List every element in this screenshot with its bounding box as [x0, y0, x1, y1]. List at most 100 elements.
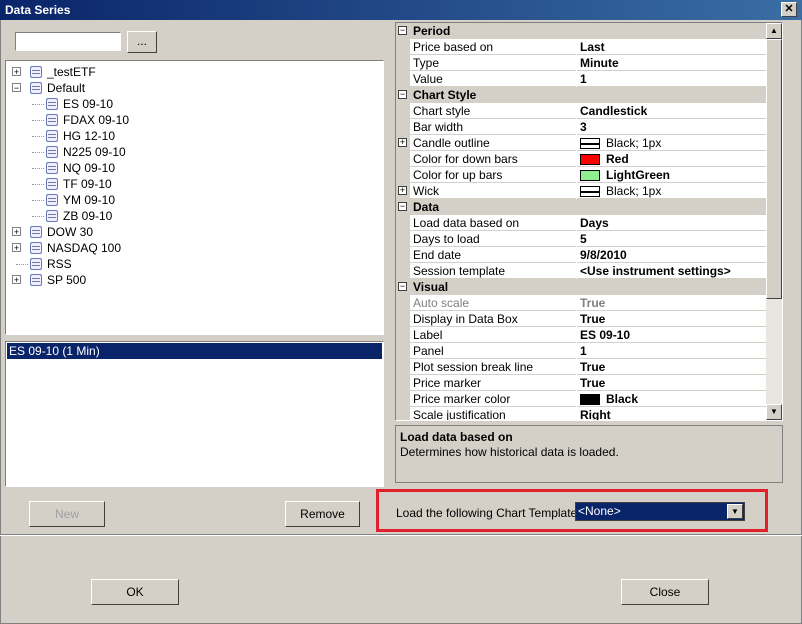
tree-item[interactable]: RSS [6, 256, 376, 272]
property-value[interactable]: ES 09-10 [577, 327, 766, 343]
ok-button[interactable]: OK [91, 579, 179, 605]
expand-icon[interactable]: + [12, 243, 21, 253]
color-swatch [580, 138, 600, 149]
property-row[interactable]: Price marker color Black [396, 391, 766, 407]
property-row[interactable]: Value 1 [396, 71, 766, 87]
property-value[interactable]: Black; 1px [577, 135, 766, 151]
expand-icon[interactable]: + [398, 186, 407, 195]
category-visual[interactable]: − Visual [396, 279, 766, 295]
property-value[interactable]: Red [577, 151, 766, 167]
tree-item[interactable]: FDAX 09-10 [6, 112, 376, 128]
tree-item[interactable]: N225 09-10 [6, 144, 376, 160]
property-value-text: 1 [580, 344, 587, 358]
row-gutter [396, 375, 410, 391]
property-row[interactable]: Display in Data Box True [396, 311, 766, 327]
collapse-icon[interactable]: − [398, 282, 407, 291]
property-row[interactable]: + Wick Black; 1px [396, 183, 766, 199]
category-data[interactable]: − Data [396, 199, 766, 215]
property-value[interactable]: True [577, 295, 766, 311]
property-row[interactable]: Chart style Candlestick [396, 103, 766, 119]
database-icon [30, 274, 42, 286]
property-row[interactable]: Color for up bars LightGreen [396, 167, 766, 183]
property-value[interactable]: True [577, 311, 766, 327]
instrument-search-input[interactable] [15, 32, 121, 51]
property-name: Label [410, 327, 576, 343]
property-row[interactable]: Bar width 3 [396, 119, 766, 135]
remove-button[interactable]: Remove [285, 501, 360, 527]
tree-item[interactable]: NQ 09-10 [6, 160, 376, 176]
expand-icon[interactable]: + [12, 67, 21, 77]
chart-template-select[interactable]: <None> ▼ [575, 502, 745, 521]
new-button[interactable]: New [29, 501, 105, 527]
expand-icon[interactable]: + [12, 275, 21, 285]
tree-item[interactable]: ZB 09-10 [6, 208, 376, 224]
property-row[interactable]: Panel 1 [396, 343, 766, 359]
property-row[interactable]: Color for down bars Red [396, 151, 766, 167]
database-icon [30, 66, 42, 78]
tree-item[interactable]: YM 09-10 [6, 192, 376, 208]
property-row[interactable]: Type Minute [396, 55, 766, 71]
property-value[interactable]: 1 [577, 343, 766, 359]
database-icon [30, 242, 42, 254]
tree-item[interactable]: + SP 500 [6, 272, 376, 288]
property-value-text: Last [580, 40, 605, 54]
property-value[interactable]: Right [577, 407, 766, 420]
category-chart-style[interactable]: − Chart Style [396, 87, 766, 103]
tree-item[interactable]: TF 09-10 [6, 176, 376, 192]
tree-item[interactable]: − Default [6, 80, 376, 96]
property-value-text: LightGreen [606, 168, 671, 182]
dropdown-arrow-icon[interactable]: ▼ [727, 504, 743, 519]
property-row[interactable]: Days to load 5 [396, 231, 766, 247]
chart-template-highlight: Load the following Chart Template: <None… [376, 489, 768, 532]
property-value[interactable]: 1 [577, 71, 766, 87]
tree-item-label: NASDAQ 100 [47, 241, 122, 255]
expand-icon[interactable]: + [12, 227, 21, 237]
scroll-thumb[interactable] [766, 39, 782, 299]
property-row[interactable]: + Candle outline Black; 1px [396, 135, 766, 151]
tree-item[interactable]: + NASDAQ 100 [6, 240, 376, 256]
property-grid-scrollbar[interactable]: ▲ ▼ [766, 23, 782, 420]
property-row[interactable]: Price marker True [396, 375, 766, 391]
property-value[interactable]: LightGreen [577, 167, 766, 183]
property-row[interactable]: Plot session break line True [396, 359, 766, 375]
property-value[interactable]: Black [577, 391, 766, 407]
property-value[interactable]: 5 [577, 231, 766, 247]
property-row[interactable]: End date 9/8/2010 [396, 247, 766, 263]
collapse-icon[interactable]: − [12, 83, 21, 93]
property-row[interactable]: Load data based on Days [396, 215, 766, 231]
color-swatch [580, 186, 600, 197]
property-row[interactable]: Label ES 09-10 [396, 327, 766, 343]
tree-item[interactable]: + DOW 30 [6, 224, 376, 240]
tree-item[interactable]: + _testETF [6, 64, 376, 80]
property-value[interactable]: Black; 1px [577, 183, 766, 199]
property-value[interactable]: True [577, 375, 766, 391]
property-name: Days to load [410, 231, 576, 247]
category-period[interactable]: − Period [396, 23, 766, 39]
property-row[interactable]: Auto scale True [396, 295, 766, 311]
series-list-item-selected[interactable]: ES 09-10 (1 Min) [7, 343, 382, 359]
collapse-icon[interactable]: − [398, 202, 407, 211]
tree-item[interactable]: ES 09-10 [6, 96, 376, 112]
scroll-up-button[interactable]: ▲ [766, 23, 782, 39]
property-value-text: Days [580, 216, 609, 230]
property-row[interactable]: Session template <Use instrument settings… [396, 263, 766, 279]
property-value[interactable]: Minute [577, 55, 766, 71]
close-window-button[interactable]: ✕ [781, 2, 797, 17]
expand-icon[interactable]: + [398, 138, 407, 147]
property-row[interactable]: Scale justification Right [396, 407, 766, 420]
property-value[interactable]: True [577, 359, 766, 375]
tree-item[interactable]: HG 12-10 [6, 128, 376, 144]
property-value[interactable]: 9/8/2010 [577, 247, 766, 263]
property-value[interactable]: <Use instrument settings> [577, 263, 766, 279]
property-value[interactable]: Candlestick [577, 103, 766, 119]
collapse-icon[interactable]: − [398, 26, 407, 35]
property-value[interactable]: Last [577, 39, 766, 55]
property-row[interactable]: Price based on Last [396, 39, 766, 55]
browse-button[interactable]: ... [127, 31, 157, 53]
collapse-icon[interactable]: − [398, 90, 407, 99]
close-button[interactable]: Close [621, 579, 709, 605]
property-value[interactable]: 3 [577, 119, 766, 135]
scroll-down-button[interactable]: ▼ [766, 404, 782, 420]
property-value[interactable]: Days [577, 215, 766, 231]
instrument-tree: + _testETF − Default ES 09-10 FDAX 09-10 HG 12… [5, 60, 384, 335]
